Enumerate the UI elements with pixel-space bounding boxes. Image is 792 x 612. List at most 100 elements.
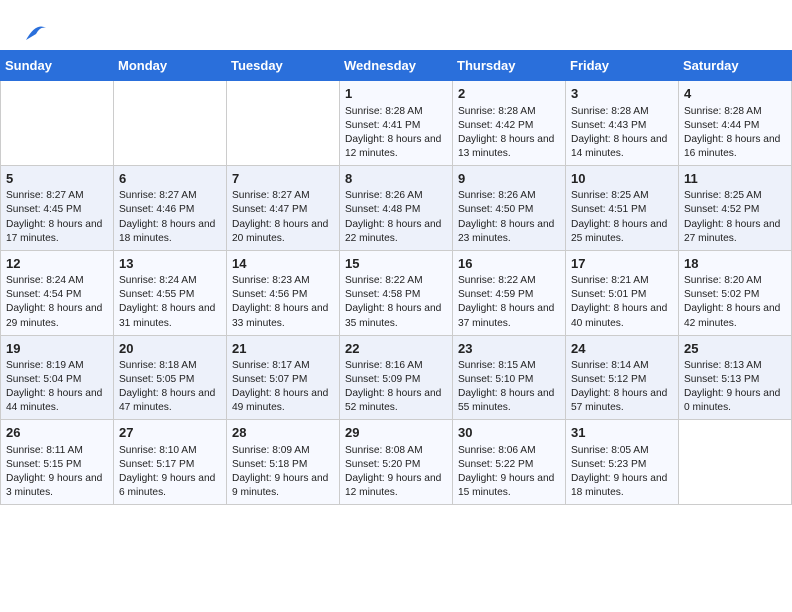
- sunrise-text: Sunrise: 8:26 AM: [345, 190, 423, 201]
- calendar-cell: 30Sunrise: 8:06 AMSunset: 5:22 PMDayligh…: [453, 420, 566, 505]
- sunrise-text: Sunrise: 8:28 AM: [345, 106, 423, 117]
- daylight-text: Daylight: 8 hours and 57 minutes.: [571, 388, 667, 413]
- daylight-text: Daylight: 8 hours and 20 minutes.: [232, 219, 328, 244]
- sunrise-text: Sunrise: 8:27 AM: [232, 190, 310, 201]
- cell-content: Sunrise: 8:25 AMSunset: 4:52 PMDaylight:…: [684, 189, 786, 245]
- sunset-text: Sunset: 5:23 PM: [571, 459, 646, 470]
- sunset-text: Sunset: 4:58 PM: [345, 289, 420, 300]
- daylight-text: Daylight: 8 hours and 27 minutes.: [684, 219, 780, 244]
- daylight-text: Daylight: 9 hours and 15 minutes.: [458, 473, 554, 498]
- sunset-text: Sunset: 5:15 PM: [6, 459, 81, 470]
- cell-content: Sunrise: 8:28 AMSunset: 4:44 PMDaylight:…: [684, 105, 786, 161]
- calendar-week-row: 12Sunrise: 8:24 AMSunset: 4:54 PMDayligh…: [1, 250, 792, 335]
- sunrise-text: Sunrise: 8:08 AM: [345, 445, 423, 456]
- calendar-cell: 6Sunrise: 8:27 AMSunset: 4:46 PMDaylight…: [114, 165, 227, 250]
- header: [0, 0, 792, 50]
- sunset-text: Sunset: 4:51 PM: [571, 204, 646, 215]
- sunrise-text: Sunrise: 8:20 AM: [684, 275, 762, 286]
- cell-content: Sunrise: 8:11 AMSunset: 5:15 PMDaylight:…: [6, 444, 108, 500]
- daylight-text: Daylight: 8 hours and 52 minutes.: [345, 388, 441, 413]
- calendar-cell: 1Sunrise: 8:28 AMSunset: 4:41 PMDaylight…: [340, 81, 453, 166]
- sunset-text: Sunset: 4:47 PM: [232, 204, 307, 215]
- calendar-cell: 10Sunrise: 8:25 AMSunset: 4:51 PMDayligh…: [566, 165, 679, 250]
- calendar-cell: 13Sunrise: 8:24 AMSunset: 4:55 PMDayligh…: [114, 250, 227, 335]
- sunset-text: Sunset: 4:42 PM: [458, 120, 533, 131]
- calendar-cell: 15Sunrise: 8:22 AMSunset: 4:58 PMDayligh…: [340, 250, 453, 335]
- calendar-cell: 28Sunrise: 8:09 AMSunset: 5:18 PMDayligh…: [227, 420, 340, 505]
- cell-content: Sunrise: 8:20 AMSunset: 5:02 PMDaylight:…: [684, 274, 786, 330]
- cell-content: Sunrise: 8:23 AMSunset: 4:56 PMDaylight:…: [232, 274, 334, 330]
- cell-content: Sunrise: 8:26 AMSunset: 4:48 PMDaylight:…: [345, 189, 447, 245]
- cell-content: Sunrise: 8:21 AMSunset: 5:01 PMDaylight:…: [571, 274, 673, 330]
- sunset-text: Sunset: 5:12 PM: [571, 374, 646, 385]
- cell-content: Sunrise: 8:24 AMSunset: 4:54 PMDaylight:…: [6, 274, 108, 330]
- sunset-text: Sunset: 5:22 PM: [458, 459, 533, 470]
- cell-content: Sunrise: 8:05 AM Sunset: 5:23 PM Daylight:…: [571, 444, 673, 500]
- day-number: 2: [458, 85, 560, 103]
- calendar-cell: 12Sunrise: 8:24 AMSunset: 4:54 PMDayligh…: [1, 250, 114, 335]
- sunrise-text: Sunrise: 8:21 AM: [571, 275, 649, 286]
- cell-content: Sunrise: 8:15 AMSunset: 5:10 PMDaylight:…: [458, 359, 560, 415]
- day-number: 29: [345, 424, 447, 442]
- sunset-text: Sunset: 5:09 PM: [345, 374, 420, 385]
- cell-content: Sunrise: 8:18 AM Sunset: 5:05 PM Daylight:…: [119, 359, 221, 415]
- sunrise-text: Sunrise: 8:17 AM: [232, 360, 310, 371]
- sunrise-text: Sunrise: 8:28 AM: [571, 106, 649, 117]
- sunset-text: Sunset: 4:55 PM: [119, 289, 194, 300]
- cell-content: Sunrise: 8:22 AMSunset: 4:58 PMDaylight:…: [345, 274, 447, 330]
- daylight-text: Daylight: 9 hours and 18 minutes.: [571, 473, 667, 498]
- sunrise-text: Sunrise: 8:27 AM: [119, 190, 197, 201]
- daylight-text: Daylight: 9 hours and 6 minutes.: [119, 473, 215, 498]
- weekday-header-row: SundayMondayTuesdayWednesdayThursdayFrid…: [1, 51, 792, 81]
- day-number: 8: [345, 170, 447, 188]
- sunrise-text: Sunrise: 8:27 AM: [6, 190, 84, 201]
- sunset-text: Sunset: 5:02 PM: [684, 289, 759, 300]
- sunrise-text: Sunrise: 8:23 AM: [232, 275, 310, 286]
- calendar-week-row: 19Sunrise: 8:19 AMSunset: 5:04 PMDayligh…: [1, 335, 792, 420]
- day-number: 19: [6, 340, 108, 358]
- day-number: 13: [119, 255, 221, 273]
- calendar-cell: 16Sunrise: 8:22 AMSunset: 4:59 PMDayligh…: [453, 250, 566, 335]
- calendar-cell: [114, 81, 227, 166]
- sunrise-text: Sunrise: 8:24 AM: [6, 275, 84, 286]
- day-number: 5: [6, 170, 108, 188]
- daylight-text: Daylight: 8 hours and 55 minutes.: [458, 388, 554, 413]
- daylight-text: Daylight: 8 hours and 12 minutes.: [345, 134, 441, 159]
- sunrise-text: Sunrise: 8:16 AM: [345, 360, 423, 371]
- sunrise-text: Sunrise: 8:11 AM: [6, 445, 83, 456]
- calendar-cell: 17Sunrise: 8:21 AMSunset: 5:01 PMDayligh…: [566, 250, 679, 335]
- weekday-thursday: Thursday: [453, 51, 566, 81]
- sunrise-text: Sunrise: 8:05 AM: [571, 445, 649, 456]
- cell-content: Sunrise: 8:28 AMSunset: 4:43 PMDaylight:…: [571, 105, 673, 161]
- day-number: 30: [458, 424, 560, 442]
- calendar-cell: 7 Sunrise: 8:27 AM Sunset: 4:47 PM Daylight…: [227, 165, 340, 250]
- sunset-text: Sunset: 4:59 PM: [458, 289, 533, 300]
- cell-content: Sunrise: 8:27 AM Sunset: 4:47 PM Daylight:…: [232, 189, 334, 245]
- calendar-cell: 26Sunrise: 8:11 AMSunset: 5:15 PMDayligh…: [1, 420, 114, 505]
- calendar-week-row: 26 Sunrise: 8:11 AM Sunset: 5:15 PM Dayligh…: [1, 420, 792, 505]
- daylight-text: Daylight: 8 hours and 35 minutes.: [345, 303, 441, 328]
- cell-content: Sunrise: 8:27 AMSunset: 4:45 PMDaylight:…: [6, 189, 108, 245]
- calendar-cell: 18Sunrise: 8:20 AMSunset: 5:02 PMDayligh…: [679, 250, 792, 335]
- sunrise-text: Sunrise: 8:28 AM: [684, 106, 762, 117]
- sunrise-text: Sunrise: 8:18 AM: [119, 360, 197, 371]
- sunset-text: Sunset: 4:52 PM: [684, 204, 759, 215]
- calendar-cell: 8Sunrise: 8:26 AMSunset: 4:48 PMDaylight…: [340, 165, 453, 250]
- day-number: 26: [6, 424, 108, 442]
- daylight-text: Daylight: 8 hours and 40 minutes.: [571, 303, 667, 328]
- calendar-table: SundayMondayTuesdayWednesdayThursdayFrid…: [0, 50, 792, 505]
- cell-content: Sunrise: 8:28 AMSunset: 4:42 PMDaylight:…: [458, 105, 560, 161]
- daylight-text: Daylight: 8 hours and 47 minutes.: [119, 388, 215, 413]
- sunset-text: Sunset: 4:48 PM: [345, 204, 420, 215]
- sunrise-text: Sunrise: 8:25 AM: [571, 190, 649, 201]
- day-number: 23: [458, 340, 560, 358]
- calendar-cell: 31Sunrise: 8:05 AMSunset: 5:23 PMDayligh…: [566, 420, 679, 505]
- cell-content: Sunrise: 8:16 AM Sunset: 5:09 PM Daylight:…: [345, 359, 447, 415]
- weekday-tuesday: Tuesday: [227, 51, 340, 81]
- calendar-cell: 14Sunrise: 8:23 AMSunset: 4:56 PMDayligh…: [227, 250, 340, 335]
- day-number: 7: [232, 170, 334, 188]
- weekday-friday: Friday: [566, 51, 679, 81]
- calendar-cell: [679, 420, 792, 505]
- sunset-text: Sunset: 5:13 PM: [684, 374, 759, 385]
- sunset-text: Sunset: 5:05 PM: [119, 374, 194, 385]
